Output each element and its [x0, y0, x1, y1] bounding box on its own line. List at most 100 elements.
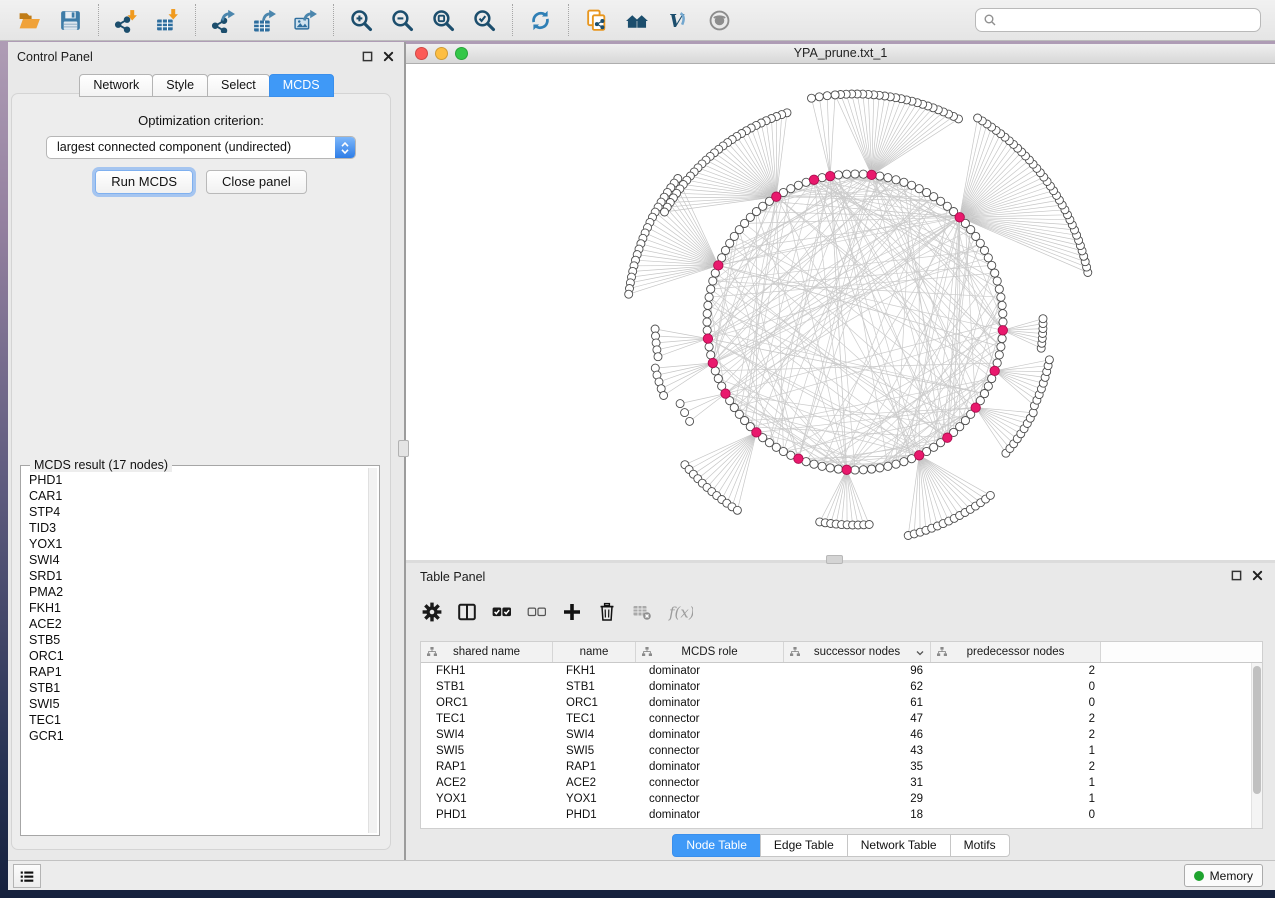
import-network-button[interactable]: [106, 3, 147, 37]
zoom-selected-button[interactable]: [464, 3, 505, 37]
add-button[interactable]: [562, 600, 582, 624]
table-row[interactable]: PHD1PHD1dominator180: [421, 807, 1262, 823]
cell-shared-name: SWI5: [421, 745, 553, 757]
horizontal-splitter-handle[interactable]: [826, 555, 843, 564]
network-graph[interactable]: [406, 64, 1275, 560]
tab-node-table[interactable]: Node Table: [672, 834, 761, 857]
column-header-predecessor-nodes[interactable]: predecessor nodes: [931, 642, 1101, 662]
table-float-button[interactable]: [1230, 569, 1243, 582]
vertical-splitter-handle[interactable]: [398, 440, 409, 457]
mcds-result-item[interactable]: CAR1: [29, 488, 365, 504]
table-row[interactable]: SWI5SWI5connector431: [421, 743, 1262, 759]
table-tabs: Node TableEdge TableNetwork TableMotifs: [406, 834, 1275, 857]
criterion-dropdown[interactable]: largest connected component (undirected): [46, 136, 356, 159]
export-network-button[interactable]: [203, 3, 244, 37]
export-table-button[interactable]: [244, 3, 285, 37]
table-row[interactable]: ORC1ORC1dominator610: [421, 695, 1262, 711]
zoom-out-button[interactable]: [382, 3, 423, 37]
dropdown-stepper: [335, 137, 355, 158]
close-panel-button[interactable]: [382, 50, 395, 63]
import-table-button[interactable]: [147, 3, 188, 37]
main-toolbar: V: [0, 0, 1275, 41]
table-scrollbar[interactable]: [1251, 663, 1262, 828]
gear-button[interactable]: [422, 600, 442, 624]
column-header-mcds-role[interactable]: MCDS role: [636, 642, 784, 662]
trash-button[interactable]: [597, 600, 617, 624]
table-toolbar: f(x): [422, 590, 693, 634]
deselect-all-button[interactable]: [527, 600, 547, 624]
export-image-button[interactable]: [285, 3, 326, 37]
split-panel-button[interactable]: [457, 600, 477, 624]
mcds-result-item[interactable]: PMA2: [29, 584, 365, 600]
select-all-button[interactable]: [492, 600, 512, 624]
mcds-result-item[interactable]: STP4: [29, 504, 365, 520]
mcds-result-item[interactable]: FKH1: [29, 600, 365, 616]
table-row[interactable]: FKH1FKH1dominator962: [421, 663, 1262, 679]
window-zoom-button[interactable]: [455, 47, 468, 60]
search-input[interactable]: [997, 13, 1260, 27]
refresh-view-button[interactable]: [520, 3, 561, 37]
memory-label: Memory: [1210, 869, 1253, 883]
delete-table-button[interactable]: [632, 600, 652, 624]
column-header-successor-nodes[interactable]: successor nodes: [784, 642, 931, 662]
mcds-result-item[interactable]: ORC1: [29, 648, 365, 664]
mcds-list-scrollbar[interactable]: [368, 468, 377, 833]
letter-v-slash-button[interactable]: V: [658, 3, 699, 37]
mcds-result-item[interactable]: RAP1: [29, 664, 365, 680]
mcds-tab-content: Optimization criterion: largest connecte…: [11, 93, 391, 850]
zoom-fit-button[interactable]: [423, 3, 464, 37]
open-file-button[interactable]: [9, 3, 50, 37]
run-mcds-button[interactable]: Run MCDS: [95, 170, 193, 194]
network-canvas[interactable]: [406, 64, 1275, 560]
toolbar-separator: [512, 4, 513, 36]
mcds-result-item[interactable]: SRD1: [29, 568, 365, 584]
save-session-button[interactable]: [50, 3, 91, 37]
mcds-result-item[interactable]: ACE2: [29, 616, 365, 632]
table-row[interactable]: YOX1YOX1connector291: [421, 791, 1262, 807]
close-panel-action-button[interactable]: Close panel: [206, 170, 307, 194]
tab-mcds[interactable]: MCDS: [269, 74, 334, 97]
mcds-result-item[interactable]: SWI5: [29, 696, 365, 712]
zoom-fit-icon: [431, 8, 456, 33]
window-close-button[interactable]: [415, 47, 428, 60]
search-box[interactable]: [975, 8, 1261, 32]
mcds-result-item[interactable]: SWI4: [29, 552, 365, 568]
deselect-all-icon: [527, 602, 547, 622]
network-window-titlebar: YPA_prune.txt_1: [406, 44, 1275, 64]
mcds-result-item[interactable]: STB5: [29, 632, 365, 648]
column-header-name[interactable]: name: [553, 642, 636, 662]
import-table-icon: [155, 8, 180, 33]
window-minimize-button[interactable]: [435, 47, 448, 60]
show-eye-button[interactable]: [699, 3, 740, 37]
table-scrollbar-thumb[interactable]: [1253, 666, 1261, 794]
table-close-button[interactable]: [1251, 569, 1264, 582]
tab-edge-table[interactable]: Edge Table: [760, 834, 848, 857]
memory-button[interactable]: Memory: [1184, 864, 1263, 887]
table-row[interactable]: STB1STB1dominator620: [421, 679, 1262, 695]
mcds-result-item[interactable]: PHD1: [29, 472, 365, 488]
network-window-title: YPA_prune.txt_1: [406, 44, 1275, 63]
table-row[interactable]: SWI4SWI4dominator462: [421, 727, 1262, 743]
tab-motifs[interactable]: Motifs: [950, 834, 1010, 857]
zoom-in-button[interactable]: [341, 3, 382, 37]
cell-predecessor-nodes: 2: [931, 761, 1101, 773]
home-networks-button[interactable]: [617, 3, 658, 37]
function-button[interactable]: f(x): [667, 600, 693, 624]
column-header-shared-name[interactable]: shared name: [421, 642, 553, 662]
clone-network-button[interactable]: [576, 3, 617, 37]
mcds-result-item[interactable]: STB1: [29, 680, 365, 696]
mcds-result-item[interactable]: TID3: [29, 520, 365, 536]
float-panel-button[interactable]: [361, 50, 374, 63]
tab-style[interactable]: Style: [152, 74, 208, 97]
tab-network[interactable]: Network: [79, 74, 153, 97]
mcds-result-item[interactable]: YOX1: [29, 536, 365, 552]
table-row[interactable]: TEC1TEC1connector472: [421, 711, 1262, 727]
mcds-result-item[interactable]: TEC1: [29, 712, 365, 728]
tab-network-table[interactable]: Network Table: [847, 834, 951, 857]
table-row[interactable]: RAP1RAP1dominator352: [421, 759, 1262, 775]
mcds-result-item[interactable]: GCR1: [29, 728, 365, 744]
task-history-button[interactable]: [13, 864, 41, 888]
table-row[interactable]: ACE2ACE2connector311: [421, 775, 1262, 791]
tab-select[interactable]: Select: [207, 74, 270, 97]
memory-status-icon: [1194, 871, 1204, 881]
